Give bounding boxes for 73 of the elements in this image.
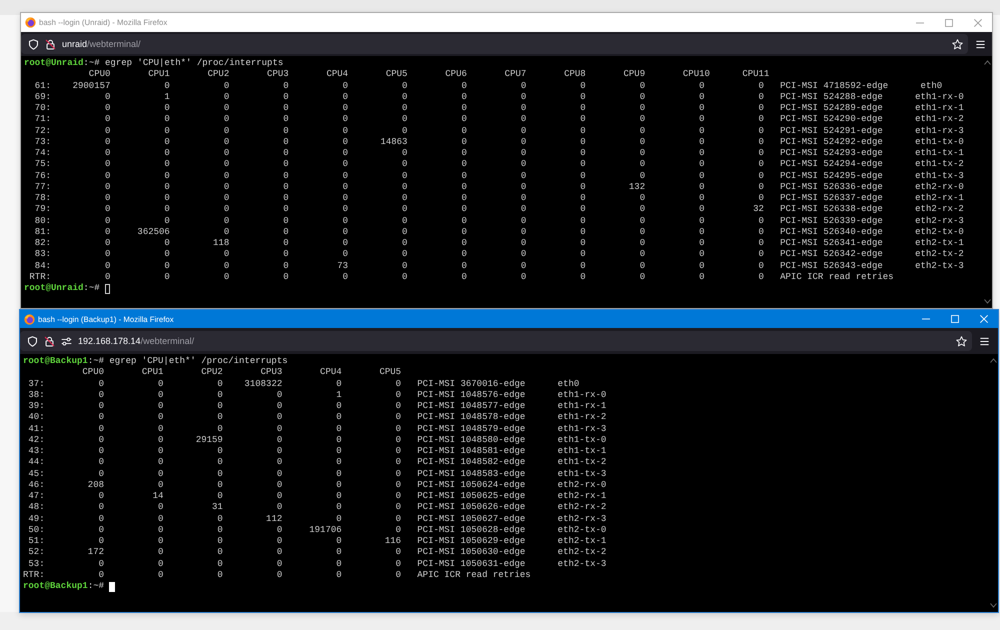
- terminal-output-line: 77: 0 0 0 0 0 0 0 0 0 132 0 0 PCI-MSI 526336-edge eth2-rx-0: [34, 182, 964, 193]
- terminal-output-line: 41: 0 0 0 0 0 0 PCI-MSI 1048579-edge eth1-rx-3: [27, 424, 606, 435]
- terminal-output-line: 39: 0 0 0 0 0 0 PCI-MSI 1048577-edge eth1-rx-1: [27, 401, 606, 412]
- chevron-down-icon: [990, 603, 996, 608]
- bookmark-button[interactable]: [952, 38, 963, 50]
- address-bar[interactable]: unraid/webterminal/: [21, 34, 968, 54]
- browser-logo-icon: [25, 17, 36, 28]
- shield-icon[interactable]: [28, 38, 39, 50]
- terminal-output-line: 69: 0 1 0 0 0 0 0 0 0 0 0 0 PCI-MSI 524288-edge eth1-rx-0: [34, 92, 964, 103]
- scroll-down-button[interactable]: [984, 299, 990, 304]
- terminal-output-line: 49: 0 0 0 112 0 0 PCI-MSI 1050627-edge eth2-rx-3: [27, 514, 606, 525]
- bookmark-button[interactable]: [956, 336, 967, 346]
- terminal-output-line: 84: 0 0 0 0 73 0 0 0 0 0 0 0 PCI-MSI 526343-edge eth2-tx-3: [34, 260, 964, 272]
- terminal-output-line: 81: 0 362506 0 0 0 0 0 0 0 0 0 0 PCI-MSI 526340-edge eth2-tx-0: [34, 226, 964, 238]
- terminal-output-line: CPU0 CPU1 CPU2 CPU3 CPU4 CPU5: [81, 367, 402, 378]
- command-text: egrep 'CPU|eth*' /proc/interrupts: [109, 356, 288, 368]
- terminal-output-line: 48: 0 0 31 0 0 0 PCI-MSI 1050626-edge eth2-rx-2: [27, 502, 606, 514]
- menu-icon: [975, 38, 986, 50]
- terminal-output-line: RTR: 0 0 0 0 0 0 APIC ICR read retries: [23, 570, 531, 581]
- terminal-output-line: 47: 0 14 0 0 0 0 PCI-MSI 1050625-edge eth2-rx-1: [27, 491, 606, 502]
- star-icon: [956, 336, 967, 346]
- terminal-output-line: 43: 0 0 0 0 0 0 PCI-MSI 1048581-edge eth1-tx-1: [27, 446, 606, 458]
- chevron-down-icon: [984, 299, 990, 304]
- crossed-lock-icon[interactable]: [45, 38, 56, 50]
- terminal-output-line: 44: 0 0 0 0 0 0 PCI-MSI 1048582-edge eth1-tx-2: [27, 457, 606, 468]
- maximize-icon: [944, 18, 952, 26]
- terminal-output-line: RTR: 0 0 0 0 0 0 0 0 0 0 0 0 APIC ICR read retries: [28, 272, 894, 283]
- terminal-output-line: 40: 0 0 0 0 0 0 PCI-MSI 1048578-edge eth1-rx-2: [27, 412, 606, 424]
- terminal-output-line: 37: 0 0 0 3108322 0 0 PCI-MSI 3670016-edge eth0: [27, 378, 580, 390]
- terminal-output-line: 73: 0 0 0 0 0 14863 0 0 0 0 0 0 PCI-MSI 524292-edge eth1-tx-0: [34, 136, 964, 148]
- terminal-output-line: 46: 208 0 0 0 0 0 PCI-MSI 1050624-edge eth2-rx-0: [27, 480, 606, 491]
- terminal-output-line: 42: 0 0 29159 0 0 0 PCI-MSI 1048580-edge eth1-tx-0: [27, 434, 606, 446]
- terminal-output-line: 79: 0 0 0 0 0 0 0 0 0 0 0 32 PCI-MSI 526338-edge eth2-rx-2: [34, 204, 964, 216]
- terminal-output-line: 80: 0 0 0 0 0 0 0 0 0 0 0 0 PCI-MSI 526339-edge eth2-rx-3: [34, 216, 964, 227]
- terminal-output-line: 50: 0 0 0 0 191706 0 PCI-MSI 1050628-edge eth2-tx-0: [27, 524, 606, 536]
- crossed-lock-icon[interactable]: [44, 336, 55, 346]
- shell-prompt: root@Unraid:~#: [24, 58, 100, 70]
- close-icon: [974, 18, 982, 26]
- browser-logo-icon: [24, 314, 35, 324]
- terminal-output-line: 82: 0 0 118 0 0 0 0 0 0 0 0 0 PCI-MSI 526341-edge eth2-tx-1: [34, 238, 964, 250]
- command-text: egrep 'CPU|eth*' /proc/interrupts: [105, 58, 284, 70]
- url-text: 192.168.178.14/webterminal/: [78, 336, 194, 346]
- menu-icon: [979, 336, 990, 346]
- terminal-output-line: 45: 0 0 0 0 0 0 PCI-MSI 1048583-edge eth1-tx-3: [27, 468, 606, 480]
- scroll-down-button[interactable]: [990, 603, 996, 608]
- shell-prompt: root@Backup1:~#: [23, 356, 104, 368]
- terminal-output-line: 74: 0 0 0 0 0 0 0 0 0 0 0 0 PCI-MSI 524293-edge eth1-tx-1: [34, 148, 964, 160]
- url-text: unraid/webterminal/: [62, 39, 141, 49]
- terminal-output-line: 52: 172 0 0 0 0 0 PCI-MSI 1050630-edge eth2-tx-2: [27, 547, 606, 558]
- shell-prompt: root@Backup1:~#: [23, 581, 104, 592]
- terminal-output-line: CPU0 CPU1 CPU2 CPU3 CPU4 CPU5 CPU6 CPU7 CPU8 CPU9 CPU10 CPU11: [88, 69, 770, 80]
- terminal-output-line: 83: 0 0 0 0 0 0 0 0 0 0 0 0 PCI-MSI 526342-edge eth2-tx-2: [34, 249, 964, 260]
- shell-prompt: root@Unraid:~#: [24, 283, 100, 294]
- terminal-output-line: 72: 0 0 0 0 0 0 0 0 0 0 0 0 PCI-MSI 524291-edge eth1-rx-3: [34, 126, 964, 137]
- chevron-up-icon: [990, 358, 996, 363]
- sliders-icon[interactable]: [61, 336, 72, 346]
- maximize-icon: [950, 315, 958, 323]
- terminal-output-line: 61: 2900157 0 0 0 0 0 0 0 0 0 0 0 PCI-MSI 4718592-edge eth0: [34, 80, 942, 92]
- close-icon: [980, 315, 988, 323]
- chevron-up-icon: [984, 60, 990, 65]
- address-bar[interactable]: 192.168.178.14/webterminal/: [20, 331, 972, 351]
- shield-icon[interactable]: [27, 336, 38, 346]
- terminal-output-line: 71: 0 0 0 0 0 0 0 0 0 0 0 0 PCI-MSI 524290-edge eth1-rx-2: [34, 114, 964, 126]
- terminal-output-line: 51: 0 0 0 0 0 116 PCI-MSI 1050629-edge eth2-tx-1: [27, 536, 606, 548]
- terminal-output-line: 53: 0 0 0 0 0 0 PCI-MSI 1050631-edge eth2-tx-3: [27, 558, 606, 570]
- terminal-output-line: 78: 0 0 0 0 0 0 0 0 0 0 0 0 PCI-MSI 526337-edge eth2-rx-1: [34, 193, 964, 204]
- scroll-up-button[interactable]: [984, 60, 990, 65]
- terminal-output-line: 70: 0 0 0 0 0 0 0 0 0 0 0 0 PCI-MSI 524289-edge eth1-rx-1: [34, 103, 964, 114]
- terminal-output-line: 76: 0 0 0 0 0 0 0 0 0 0 0 0 PCI-MSI 524295-edge eth1-tx-3: [34, 170, 964, 182]
- star-icon: [952, 38, 963, 50]
- scroll-up-button[interactable]: [990, 358, 996, 363]
- terminal-output-line: 75: 0 0 0 0 0 0 0 0 0 0 0 0 PCI-MSI 524294-edge eth1-tx-2: [34, 159, 964, 170]
- terminal-output-line: 38: 0 0 0 0 1 0 PCI-MSI 1048576-edge eth1-rx-0: [27, 390, 606, 401]
